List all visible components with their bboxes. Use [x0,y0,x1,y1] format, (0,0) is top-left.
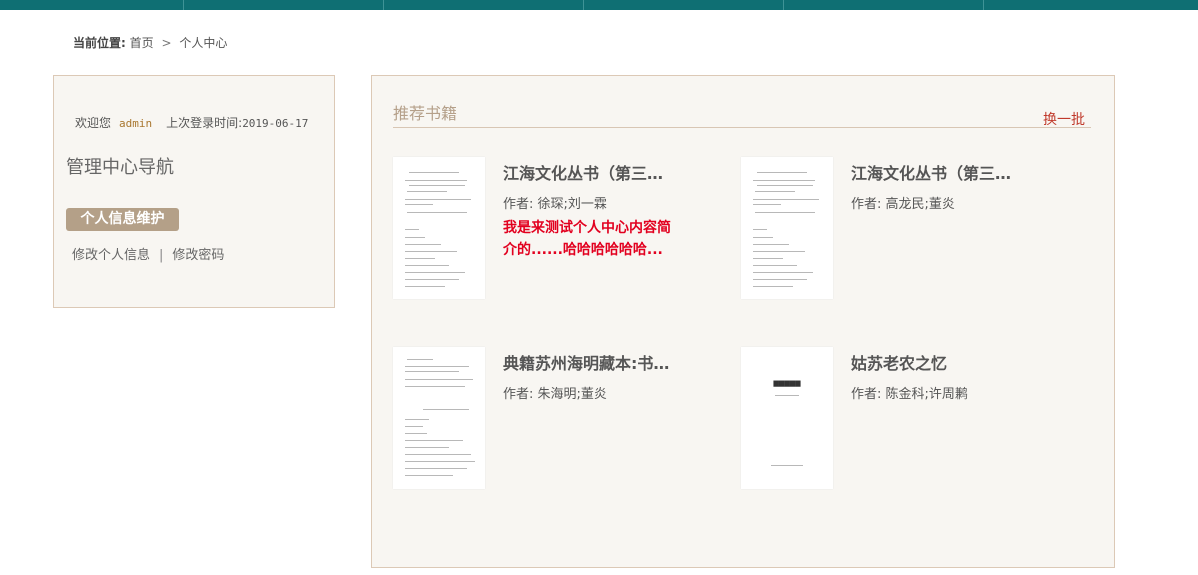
book-author: 作者: 陈金科;许周鹣 [851,387,968,402]
breadcrumb: 当前位置: 首页 > 个人中心 [73,34,227,51]
book-description: 我是来测试个人中心内容简介的......哈哈哈哈哈哈... [503,220,671,258]
top-bar-divider [383,0,384,10]
book-author: 作者: 高龙民;董炎 [851,197,955,212]
breadcrumb-current: 个人中心 [179,36,228,50]
breadcrumb-separator: > [161,36,172,50]
breadcrumb-label: 当前位置: [73,36,126,50]
top-bar-divider [783,0,784,10]
book-author: 作者: 徐琛;刘一霖 [503,197,607,212]
nav-title: 管理中心导航 [66,157,174,178]
book-cover-image[interactable] [393,347,485,489]
book-title[interactable]: 江海文化丛书（第三… [503,160,673,184]
section-badge-personal-info: 个人信息维护 [66,208,179,231]
cover-title-glyph: ▆▆▆▆▆ [773,379,801,387]
last-login-label: 上次登录时间: [166,116,243,130]
link-divider: | [159,248,164,263]
book-card[interactable]: 江海文化丛书（第三… 作者: 徐琛;刘一霖 我是来测试个人中心内容简介的....… [393,157,733,302]
top-bar-divider [583,0,584,10]
recommended-books-panel: 推荐书籍 换一批 江海文化丛书（第三… 作者: 徐琛;刘一霖 我是来测试个人中心… [371,75,1115,568]
top-bar [0,0,1198,10]
book-title[interactable]: 典籍苏州海明藏本:书… [503,350,673,374]
section-divider [393,127,1091,128]
book-title[interactable]: 江海文化丛书（第三… [851,160,1021,184]
breadcrumb-home-link[interactable]: 首页 [130,36,154,50]
refresh-button[interactable]: 换一批 [1043,109,1085,129]
book-cover-image[interactable]: ▆▆▆▆▆ [741,347,833,489]
top-bar-divider [183,0,184,10]
book-cover-image[interactable] [393,157,485,299]
username: admin [119,117,153,130]
book-cover-image[interactable] [741,157,833,299]
top-bar-divider [983,0,984,10]
section-title: 推荐书籍 [393,104,458,123]
nav-links: 修改个人信息 | 修改密码 [72,244,224,263]
book-title[interactable]: 姑苏老农之忆 [851,350,1021,374]
user-sidebar: 欢迎您 admin 上次登录时间:2019-06-17 管理中心导航 个人信息维护 … [53,75,335,308]
welcome-label: 欢迎您 [75,116,112,130]
book-card[interactable]: 典籍苏州海明藏本:书… 作者: 朱海明;董炎 [393,347,733,492]
edit-profile-link[interactable]: 修改个人信息 [72,248,150,263]
book-card[interactable]: 江海文化丛书（第三… 作者: 高龙民;董炎 [741,157,1081,302]
welcome-line: 欢迎您 admin 上次登录时间:2019-06-17 [75,114,308,131]
change-password-link[interactable]: 修改密码 [172,248,224,263]
book-card[interactable]: ▆▆▆▆▆ 姑苏老农之忆 作者: 陈金科;许周鹣 [741,347,1081,492]
book-author: 作者: 朱海明;董炎 [503,387,607,402]
last-login-date: 2019-06-17 [242,117,309,130]
